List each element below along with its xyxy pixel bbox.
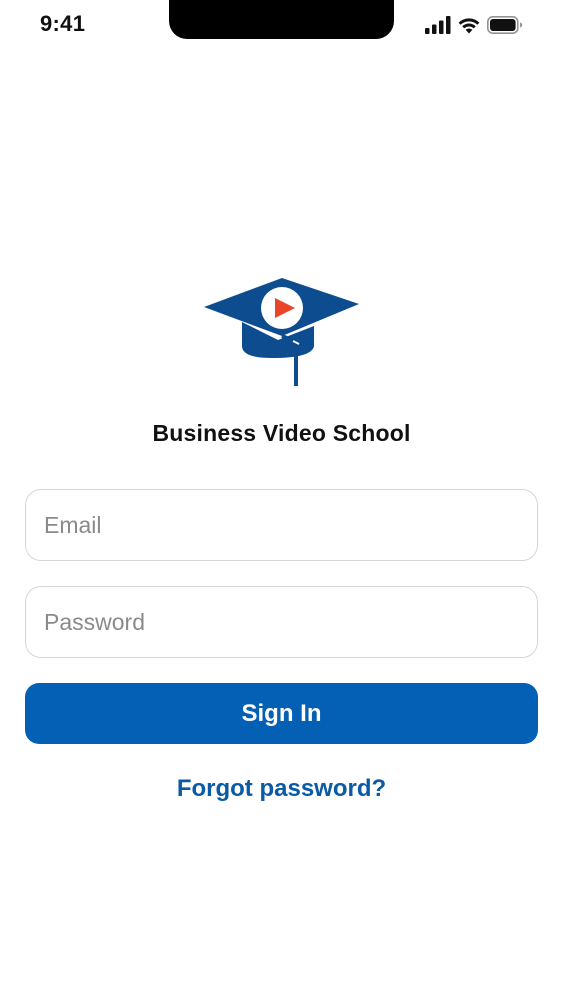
password-field-container — [25, 586, 538, 658]
login-screen: 9:41 Business Video School Email Sign In… — [0, 0, 563, 1000]
forgot-password-link[interactable]: Forgot password? — [0, 775, 563, 803]
graduation-cap-play-icon — [202, 276, 362, 388]
battery-icon — [487, 16, 523, 34]
app-name: Business Video School — [152, 420, 411, 446]
email-field-container — [25, 489, 538, 561]
status-time: 9:41 — [40, 11, 86, 36]
cellular-signal-icon — [425, 16, 451, 34]
email-field[interactable] — [26, 490, 537, 560]
status-icons — [425, 16, 523, 34]
device-notch — [169, 0, 394, 39]
wifi-icon — [457, 16, 481, 34]
password-field[interactable] — [26, 587, 537, 657]
sign-in-button[interactable]: Sign In — [25, 683, 538, 744]
